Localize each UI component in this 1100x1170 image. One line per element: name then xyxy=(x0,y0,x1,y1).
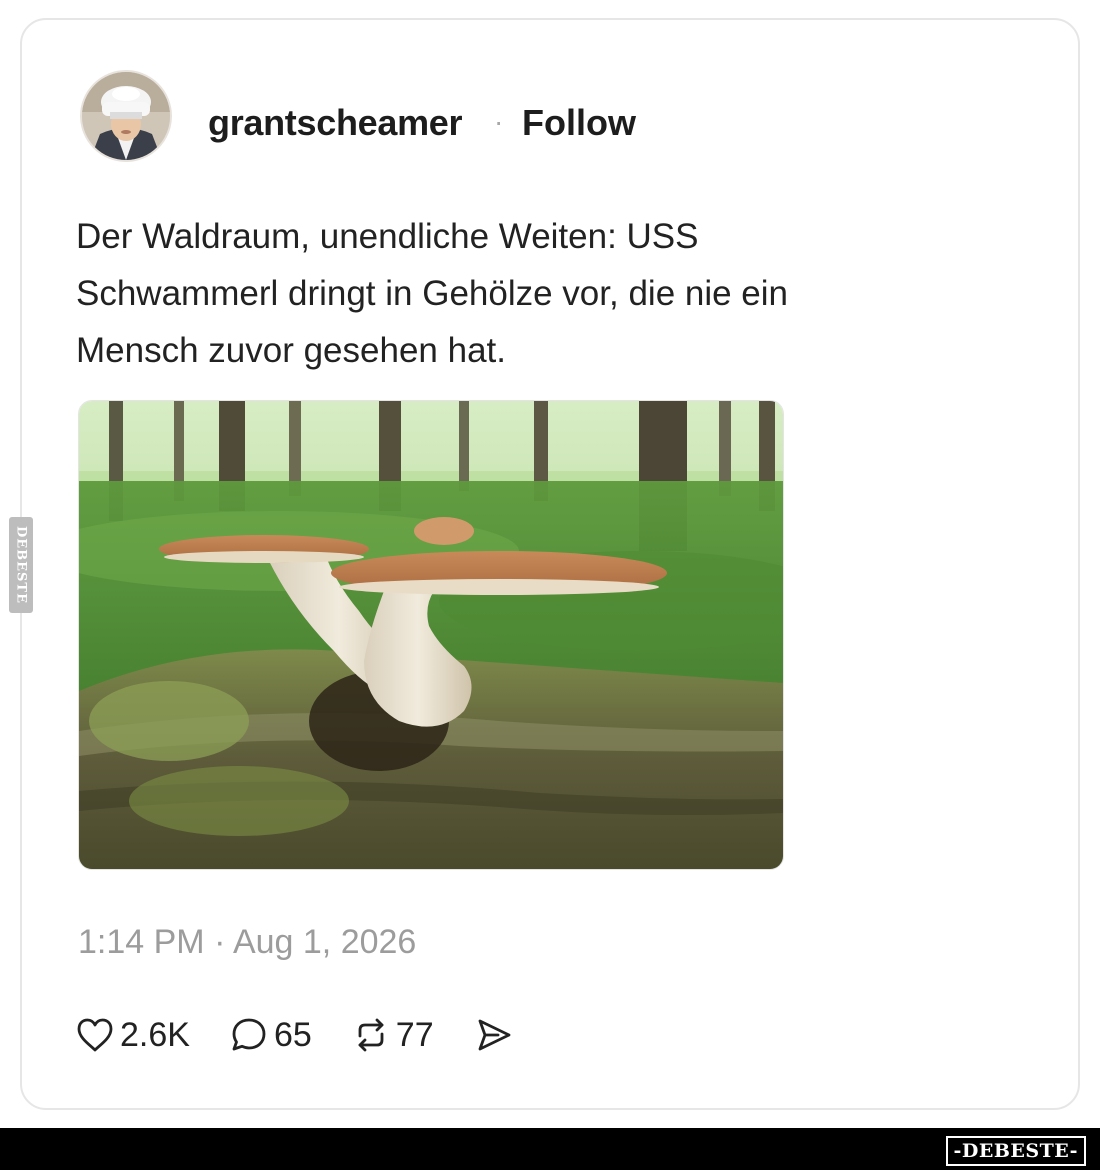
post-text: Der Waldraum, unendliche Weiten: USS Sch… xyxy=(76,208,936,379)
side-watermark: DEBESTE xyxy=(9,517,33,613)
repost-count: 77 xyxy=(395,1015,434,1054)
follow-button[interactable]: Follow xyxy=(522,102,636,144)
username-link[interactable]: grantscheamer xyxy=(208,102,463,144)
share-button[interactable] xyxy=(474,1016,514,1054)
like-button[interactable]: 2.6K xyxy=(76,1016,190,1055)
repost-arrows-icon xyxy=(352,1016,390,1054)
heart-icon xyxy=(76,1017,114,1053)
separator-dot: · xyxy=(494,106,504,137)
repost-button[interactable]: 77 xyxy=(352,1016,434,1055)
reply-count: 65 xyxy=(273,1015,312,1054)
user-avatar[interactable] xyxy=(80,70,172,162)
footer-watermark-logo: -DEBESTE- xyxy=(945,1136,1086,1166)
reply-button[interactable]: 65 xyxy=(230,1016,312,1055)
post-image[interactable] xyxy=(78,400,784,870)
footer-bar: -DEBESTE- xyxy=(0,1128,1100,1170)
post-text-line: Schwammerl dringt in Gehölze vor, die ni… xyxy=(76,274,789,313)
avatar-image xyxy=(82,72,170,160)
send-icon xyxy=(474,1016,514,1054)
post-text-line: Mensch zuvor gesehen hat. xyxy=(76,331,506,370)
post-timestamp: 1:14 PM · Aug 1, 2026 xyxy=(78,923,417,961)
post-text-line: Der Waldraum, unendliche Weiten: USS xyxy=(76,217,699,256)
comment-bubble-icon xyxy=(230,1016,268,1054)
like-count: 2.6K xyxy=(120,1015,190,1054)
post-card: grantscheamer · Follow Der Waldraum, une… xyxy=(20,18,1080,1110)
side-watermark-text: DEBESTE xyxy=(13,525,29,605)
post-actions: 2.6K 65 77 xyxy=(76,1010,554,1060)
mushroom-photo xyxy=(79,401,783,869)
